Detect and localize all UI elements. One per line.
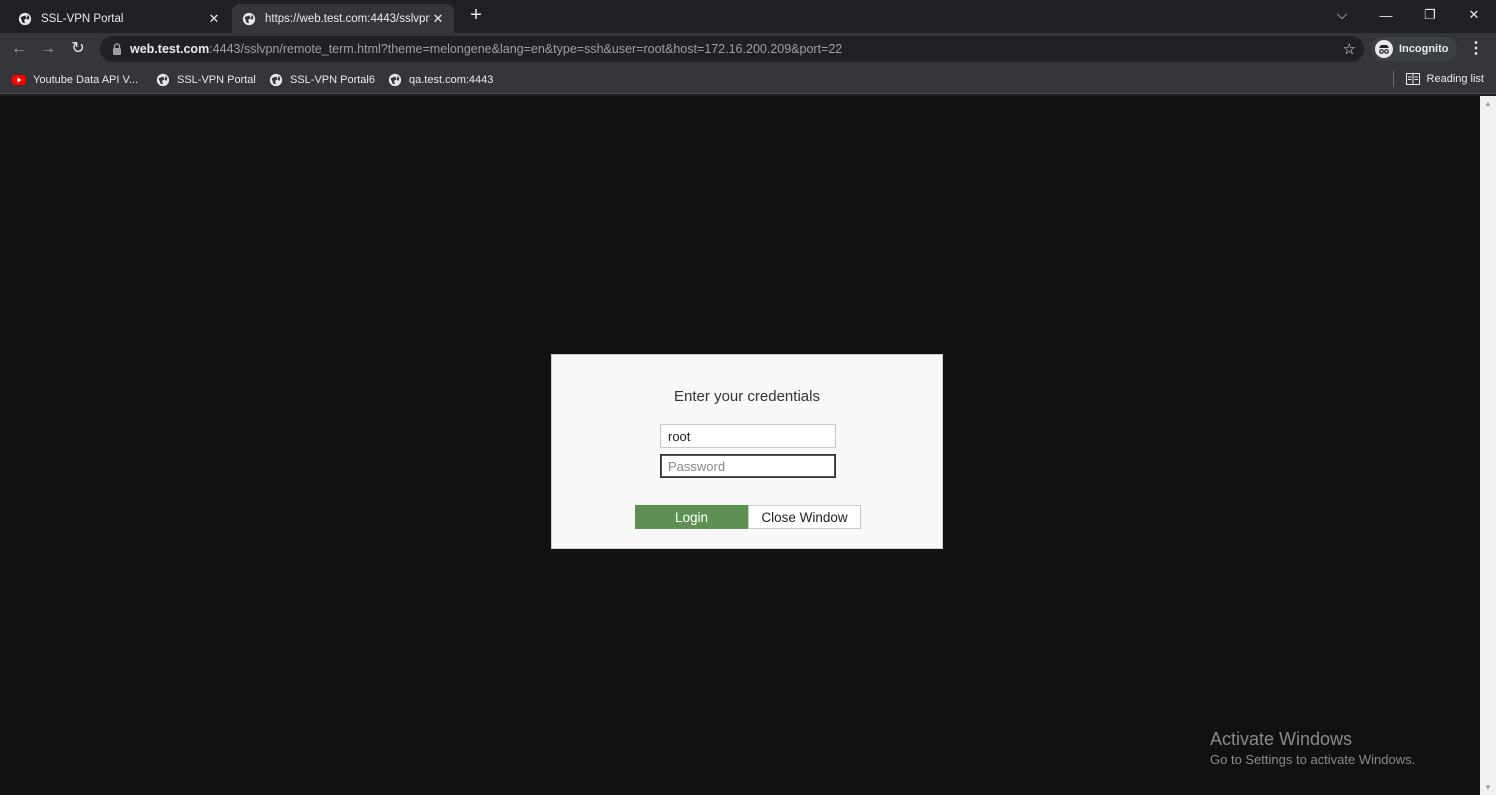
globe-icon bbox=[242, 12, 256, 25]
tab-search-chevron-icon[interactable]: ⌵ bbox=[1320, 0, 1364, 30]
bookmark-label: SSL-VPN Portal6 bbox=[290, 73, 375, 86]
bookmark-label: SSL-VPN Portal bbox=[177, 73, 256, 86]
close-icon[interactable]: ✕ bbox=[430, 11, 446, 27]
password-input[interactable] bbox=[660, 454, 836, 478]
login-button[interactable]: Login bbox=[635, 505, 748, 529]
url-host: web.test.com bbox=[130, 42, 210, 56]
username-input[interactable] bbox=[660, 424, 836, 448]
scroll-down-arrow-icon[interactable]: ▼ bbox=[1484, 783, 1492, 792]
window-controls: ⌵ — ❐ ✕ bbox=[1320, 0, 1496, 30]
globe-icon bbox=[269, 73, 283, 86]
bookmarks-divider bbox=[1392, 71, 1394, 87]
forward-arrow-icon[interactable]: → bbox=[37, 38, 59, 60]
bookmark-ssl-vpn-portal6[interactable]: SSL-VPN Portal6 bbox=[269, 71, 375, 88]
reading-list-label: Reading list bbox=[1426, 73, 1484, 85]
restore-icon[interactable]: ❐ bbox=[1408, 0, 1452, 30]
close-window-button[interactable]: Close Window bbox=[748, 505, 861, 529]
close-icon[interactable]: ✕ bbox=[206, 11, 222, 27]
dialog-heading: Enter your credentials bbox=[674, 388, 820, 405]
address-bar[interactable]: web.test.com:4443/sslvpn/remote_term.htm… bbox=[100, 36, 1364, 62]
page-viewport: Enter your credentials Login Close Windo… bbox=[0, 96, 1480, 795]
star-icon[interactable]: ☆ bbox=[1343, 40, 1356, 58]
reading-list-icon bbox=[1405, 73, 1420, 85]
url-path: :4443/sslvpn/remote_term.html?theme=melo… bbox=[209, 42, 843, 56]
lock-icon bbox=[113, 43, 121, 55]
scroll-up-arrow-icon[interactable]: ▲ bbox=[1484, 99, 1492, 108]
incognito-icon bbox=[1375, 40, 1393, 58]
globe-icon bbox=[18, 12, 32, 25]
incognito-label: Incognito bbox=[1399, 43, 1449, 55]
tab-strip: SSL-VPN Portal ✕ https://web.test.com:44… bbox=[0, 0, 1496, 33]
watermark-title: Activate Windows bbox=[1210, 729, 1353, 749]
tab-ssl-vpn-portal[interactable]: SSL-VPN Portal ✕ bbox=[8, 4, 230, 33]
tab-title: https://web.test.com:4443/sslvpn/remote_… bbox=[265, 12, 430, 25]
watermark-subtitle: Go to Settings to activate Windows. bbox=[1210, 752, 1416, 767]
incognito-indicator[interactable]: Incognito bbox=[1371, 37, 1457, 61]
browser-toolbar: ← → ↻ web.test.com:4443/sslvpn/remote_te… bbox=[0, 33, 1496, 65]
globe-icon bbox=[156, 73, 170, 86]
reload-icon[interactable]: ↻ bbox=[67, 38, 89, 60]
bookmark-qa-test[interactable]: qa.test.com:4443 bbox=[388, 71, 493, 88]
bookmark-label: Youtube Data API V... bbox=[33, 73, 138, 86]
url-text: web.test.com:4443/sslvpn/remote_term.htm… bbox=[130, 42, 842, 56]
youtube-icon bbox=[12, 74, 26, 85]
activate-windows-watermark: Activate Windows Go to Settings to activ… bbox=[1210, 729, 1415, 771]
bookmark-youtube-data-api[interactable]: Youtube Data API V... bbox=[12, 71, 138, 88]
bookmark-ssl-vpn-portal[interactable]: SSL-VPN Portal bbox=[156, 71, 256, 88]
bookmark-label: qa.test.com:4443 bbox=[409, 73, 494, 86]
tab-title: SSL-VPN Portal bbox=[41, 12, 124, 25]
tab-remote-term[interactable]: https://web.test.com:4443/sslvpn/remote_… bbox=[232, 4, 454, 33]
reading-list-button[interactable]: Reading list bbox=[1392, 71, 1484, 87]
browser-chrome: SSL-VPN Portal ✕ https://web.test.com:44… bbox=[0, 0, 1496, 96]
new-tab-button[interactable]: + bbox=[466, 5, 486, 25]
bookmarks-bar: Youtube Data API V... SSL-VPN Portal SSL… bbox=[0, 65, 1496, 94]
menu-kebab-icon[interactable]: ⋮ bbox=[1468, 39, 1484, 59]
back-arrow-icon[interactable]: ← bbox=[8, 38, 30, 60]
globe-icon bbox=[388, 73, 402, 86]
window-close-icon[interactable]: ✕ bbox=[1452, 0, 1496, 30]
page-scrollbar[interactable]: ▲ ▼ bbox=[1480, 96, 1496, 795]
credentials-dialog: Enter your credentials Login Close Windo… bbox=[551, 354, 943, 549]
minimize-icon[interactable]: — bbox=[1364, 0, 1408, 30]
